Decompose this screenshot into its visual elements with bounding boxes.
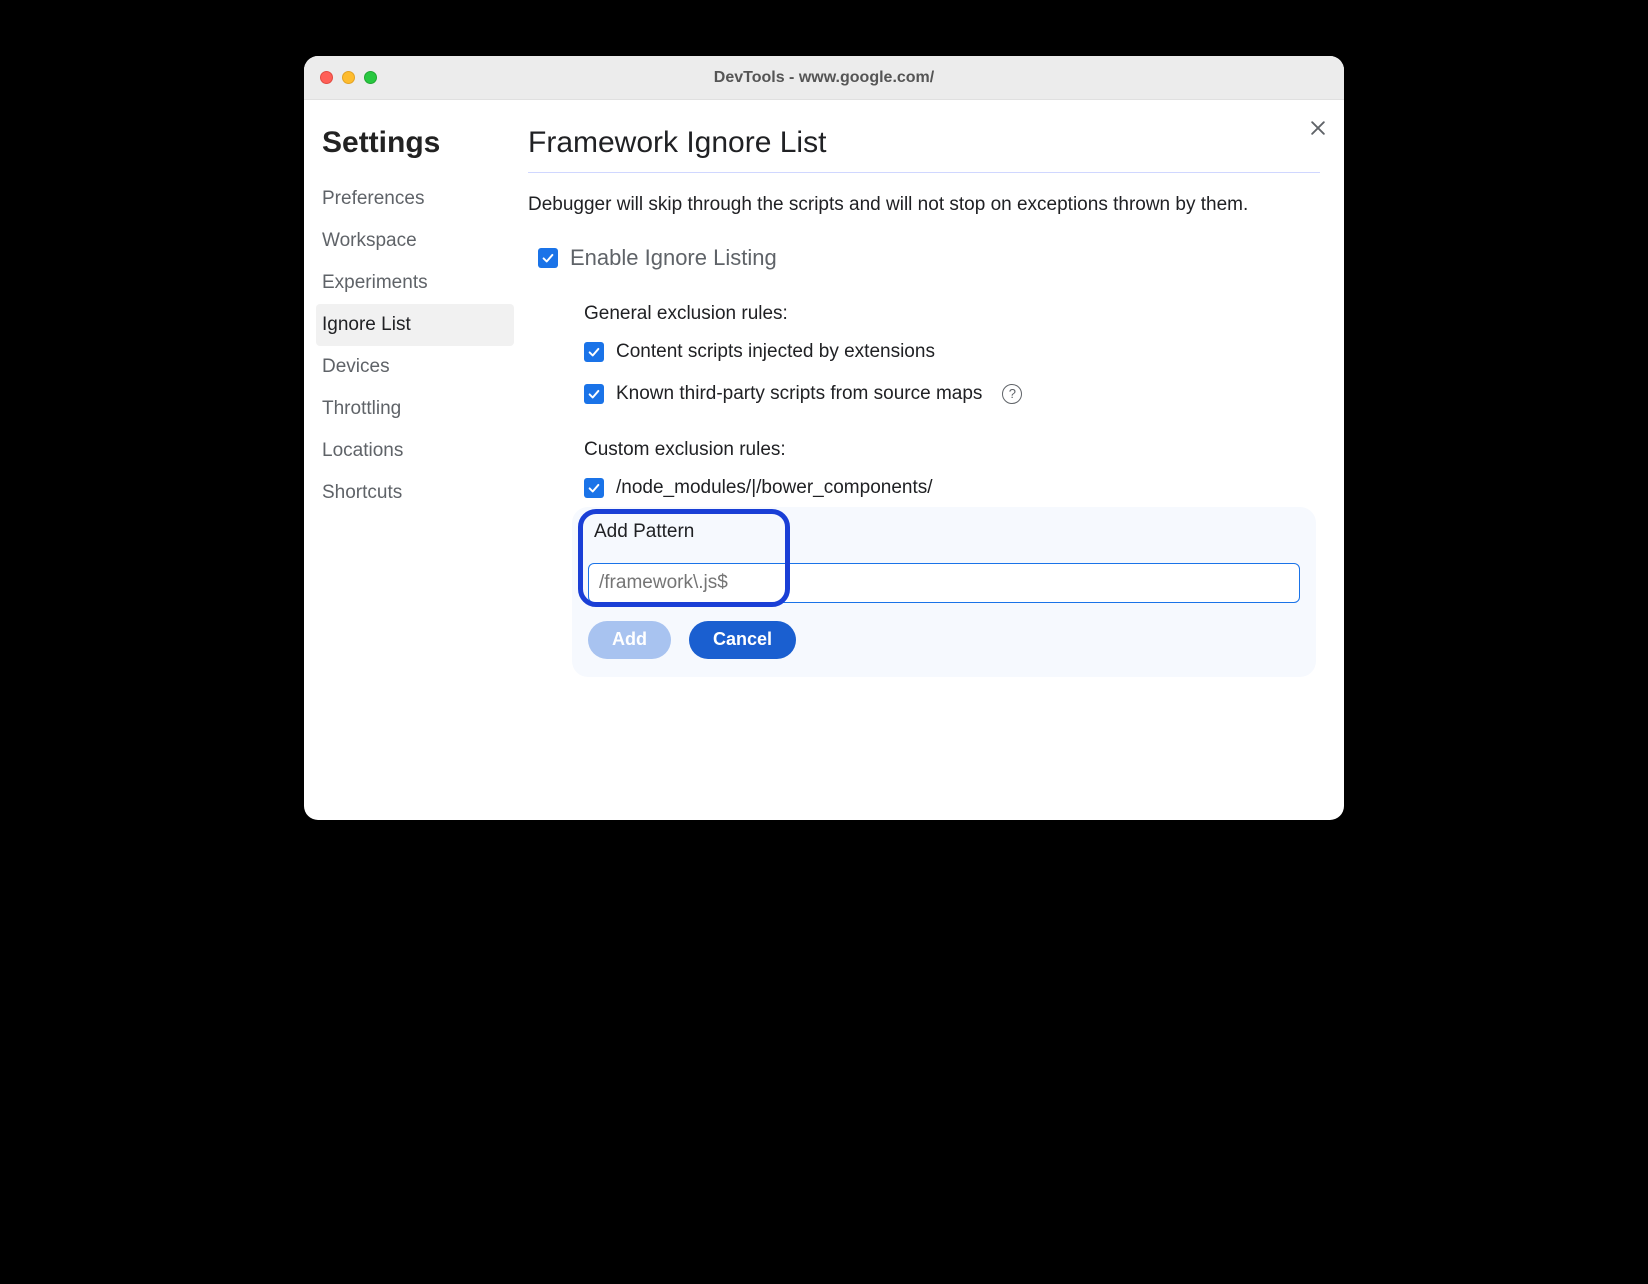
- check-icon: [587, 345, 601, 359]
- add-button[interactable]: Add: [588, 621, 671, 659]
- maximize-window-button[interactable]: [364, 71, 377, 84]
- sidebar-item-experiments[interactable]: Experiments: [316, 262, 514, 304]
- rule-content-scripts-checkbox[interactable]: [584, 342, 604, 362]
- help-icon[interactable]: ?: [1002, 384, 1022, 404]
- titlebar: DevTools - www.google.com/: [304, 56, 1344, 100]
- rule-node-modules-checkbox[interactable]: [584, 478, 604, 498]
- enable-ignore-listing-checkbox[interactable]: [538, 248, 558, 268]
- rule-node-modules-label: /node_modules/|/bower_components/: [616, 477, 933, 499]
- page-description: Debugger will skip through the scripts a…: [528, 191, 1320, 219]
- settings-sidebar: Settings Preferences Workspace Experimen…: [304, 100, 514, 796]
- rule-content-scripts-row: Content scripts injected by extensions: [584, 341, 1320, 363]
- check-icon: [587, 387, 601, 401]
- minimize-window-button[interactable]: [342, 71, 355, 84]
- close-window-button[interactable]: [320, 71, 333, 84]
- settings-body: Settings Preferences Workspace Experimen…: [304, 100, 1344, 820]
- add-pattern-label: Add Pattern: [594, 521, 1300, 543]
- close-settings-button[interactable]: [1308, 118, 1328, 143]
- sidebar-item-throttling[interactable]: Throttling: [316, 388, 514, 430]
- page-title: Framework Ignore List: [528, 126, 1320, 173]
- sidebar-item-preferences[interactable]: Preferences: [316, 178, 514, 220]
- close-icon: [1308, 118, 1328, 138]
- rule-node-modules-row: /node_modules/|/bower_components/: [584, 477, 1320, 499]
- check-icon: [541, 251, 555, 265]
- sidebar-item-devices[interactable]: Devices: [316, 346, 514, 388]
- rule-content-scripts-label: Content scripts injected by extensions: [616, 341, 935, 363]
- add-pattern-input[interactable]: [588, 563, 1300, 603]
- window-title: DevTools - www.google.com/: [304, 69, 1344, 87]
- check-icon: [587, 481, 601, 495]
- add-pattern-block: Add Pattern Add Cancel: [572, 507, 1316, 677]
- enable-ignore-listing-label: Enable Ignore Listing: [570, 245, 777, 271]
- settings-heading: Settings: [322, 126, 514, 160]
- traffic-lights: [320, 71, 377, 84]
- sidebar-item-workspace[interactable]: Workspace: [316, 220, 514, 262]
- cancel-button[interactable]: Cancel: [689, 621, 796, 659]
- rule-third-party-label: Known third-party scripts from source ma…: [616, 383, 982, 405]
- devtools-window: DevTools - www.google.com/ Settings Pref…: [304, 56, 1344, 820]
- add-pattern-buttons: Add Cancel: [588, 621, 1300, 659]
- custom-rules-heading: Custom exclusion rules:: [584, 439, 1320, 461]
- rule-third-party-row: Known third-party scripts from source ma…: [584, 383, 1320, 405]
- custom-rules-section: Custom exclusion rules: /node_modules/|/…: [528, 439, 1320, 677]
- rule-third-party-checkbox[interactable]: [584, 384, 604, 404]
- sidebar-item-ignore-list[interactable]: Ignore List: [316, 304, 514, 346]
- sidebar-item-shortcuts[interactable]: Shortcuts: [316, 472, 514, 514]
- sidebar-item-locations[interactable]: Locations: [316, 430, 514, 472]
- settings-content: Framework Ignore List Debugger will skip…: [514, 100, 1344, 796]
- general-rules-heading: General exclusion rules:: [584, 303, 1320, 325]
- enable-ignore-listing-row: Enable Ignore Listing: [538, 245, 1320, 271]
